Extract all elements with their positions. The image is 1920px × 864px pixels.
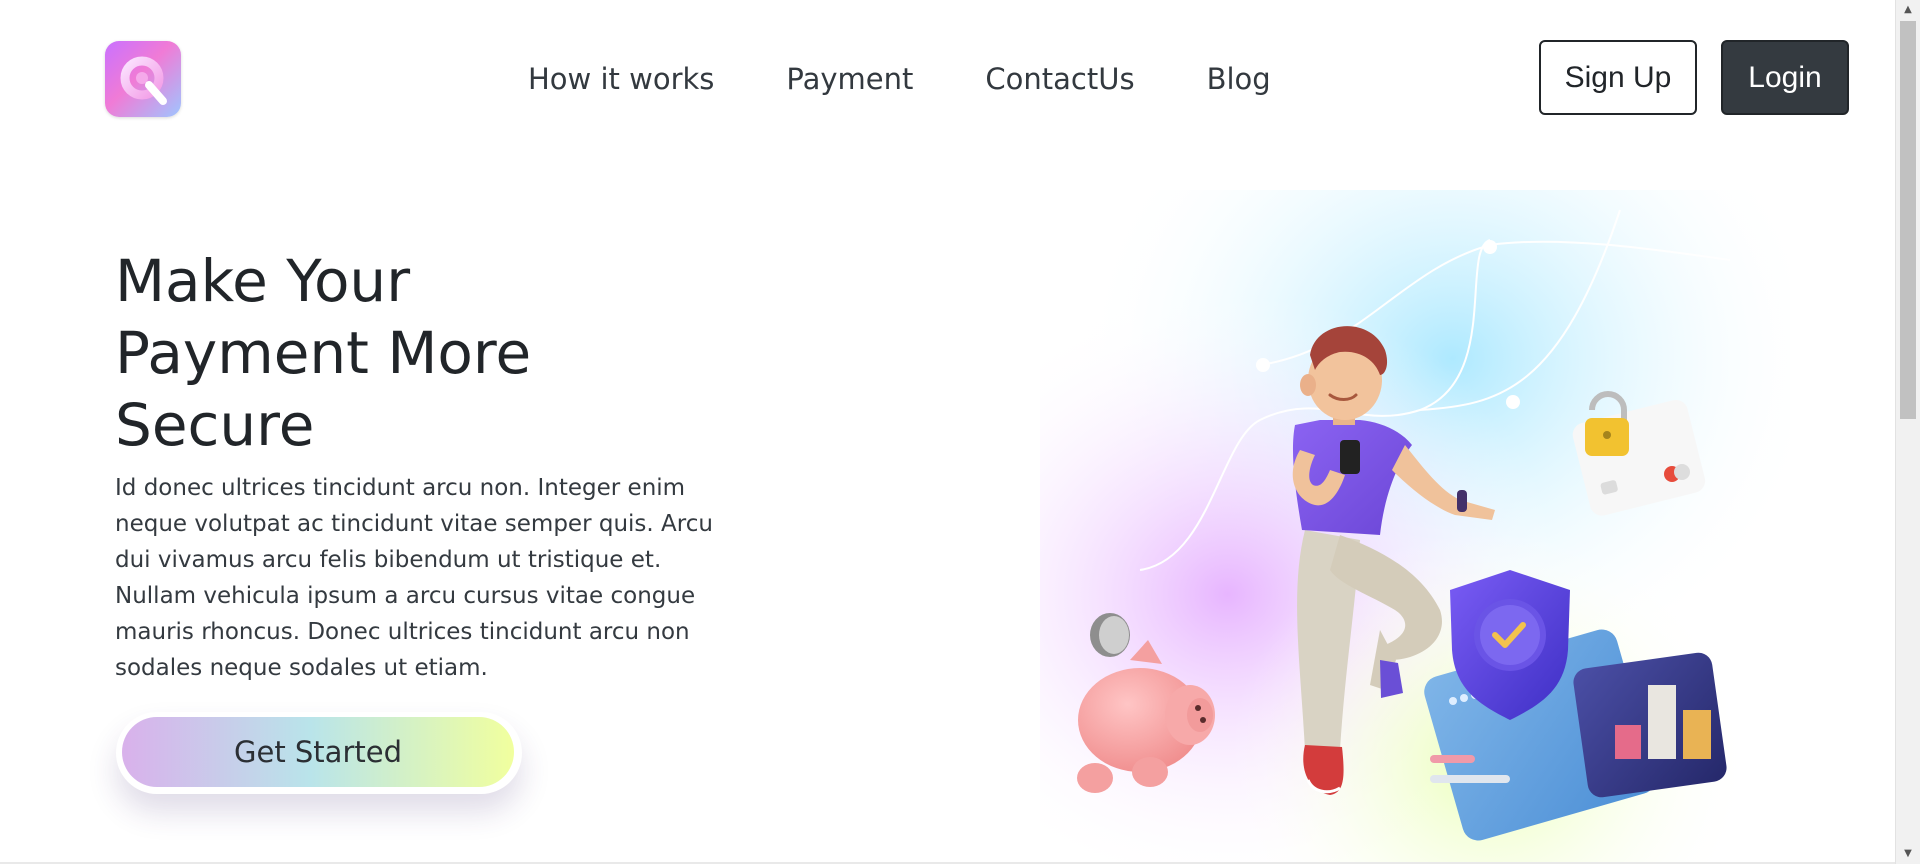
hero-description: Id donec ultrices tincidunt arcu non. In…: [115, 475, 713, 681]
login-button[interactable]: Login: [1721, 40, 1849, 115]
scroll-down-arrow-icon[interactable]: ▼: [1896, 844, 1920, 864]
nav-payment[interactable]: Payment: [786, 58, 913, 100]
hero-title: Make Your Payment More Secure: [115, 247, 532, 459]
nav-blog[interactable]: Blog: [1207, 58, 1271, 100]
nav-contact-us[interactable]: ContactUs: [985, 58, 1134, 100]
cta-container: Get Started: [116, 712, 522, 794]
secure-payment-illustration: [1040, 190, 1790, 864]
q-logo-icon: [120, 56, 167, 105]
page-scrollbar[interactable]: ▲ ▼: [1895, 0, 1920, 864]
scroll-thumb[interactable]: [1900, 21, 1916, 419]
scroll-up-arrow-icon[interactable]: ▲: [1896, 0, 1920, 20]
sign-up-button[interactable]: Sign Up: [1539, 40, 1697, 115]
logo[interactable]: [105, 41, 181, 117]
nav-how-it-works[interactable]: How it works: [528, 58, 714, 100]
main-nav: How it works Payment ContactUs Blog: [528, 58, 1271, 100]
get-started-button[interactable]: Get Started: [122, 717, 514, 787]
